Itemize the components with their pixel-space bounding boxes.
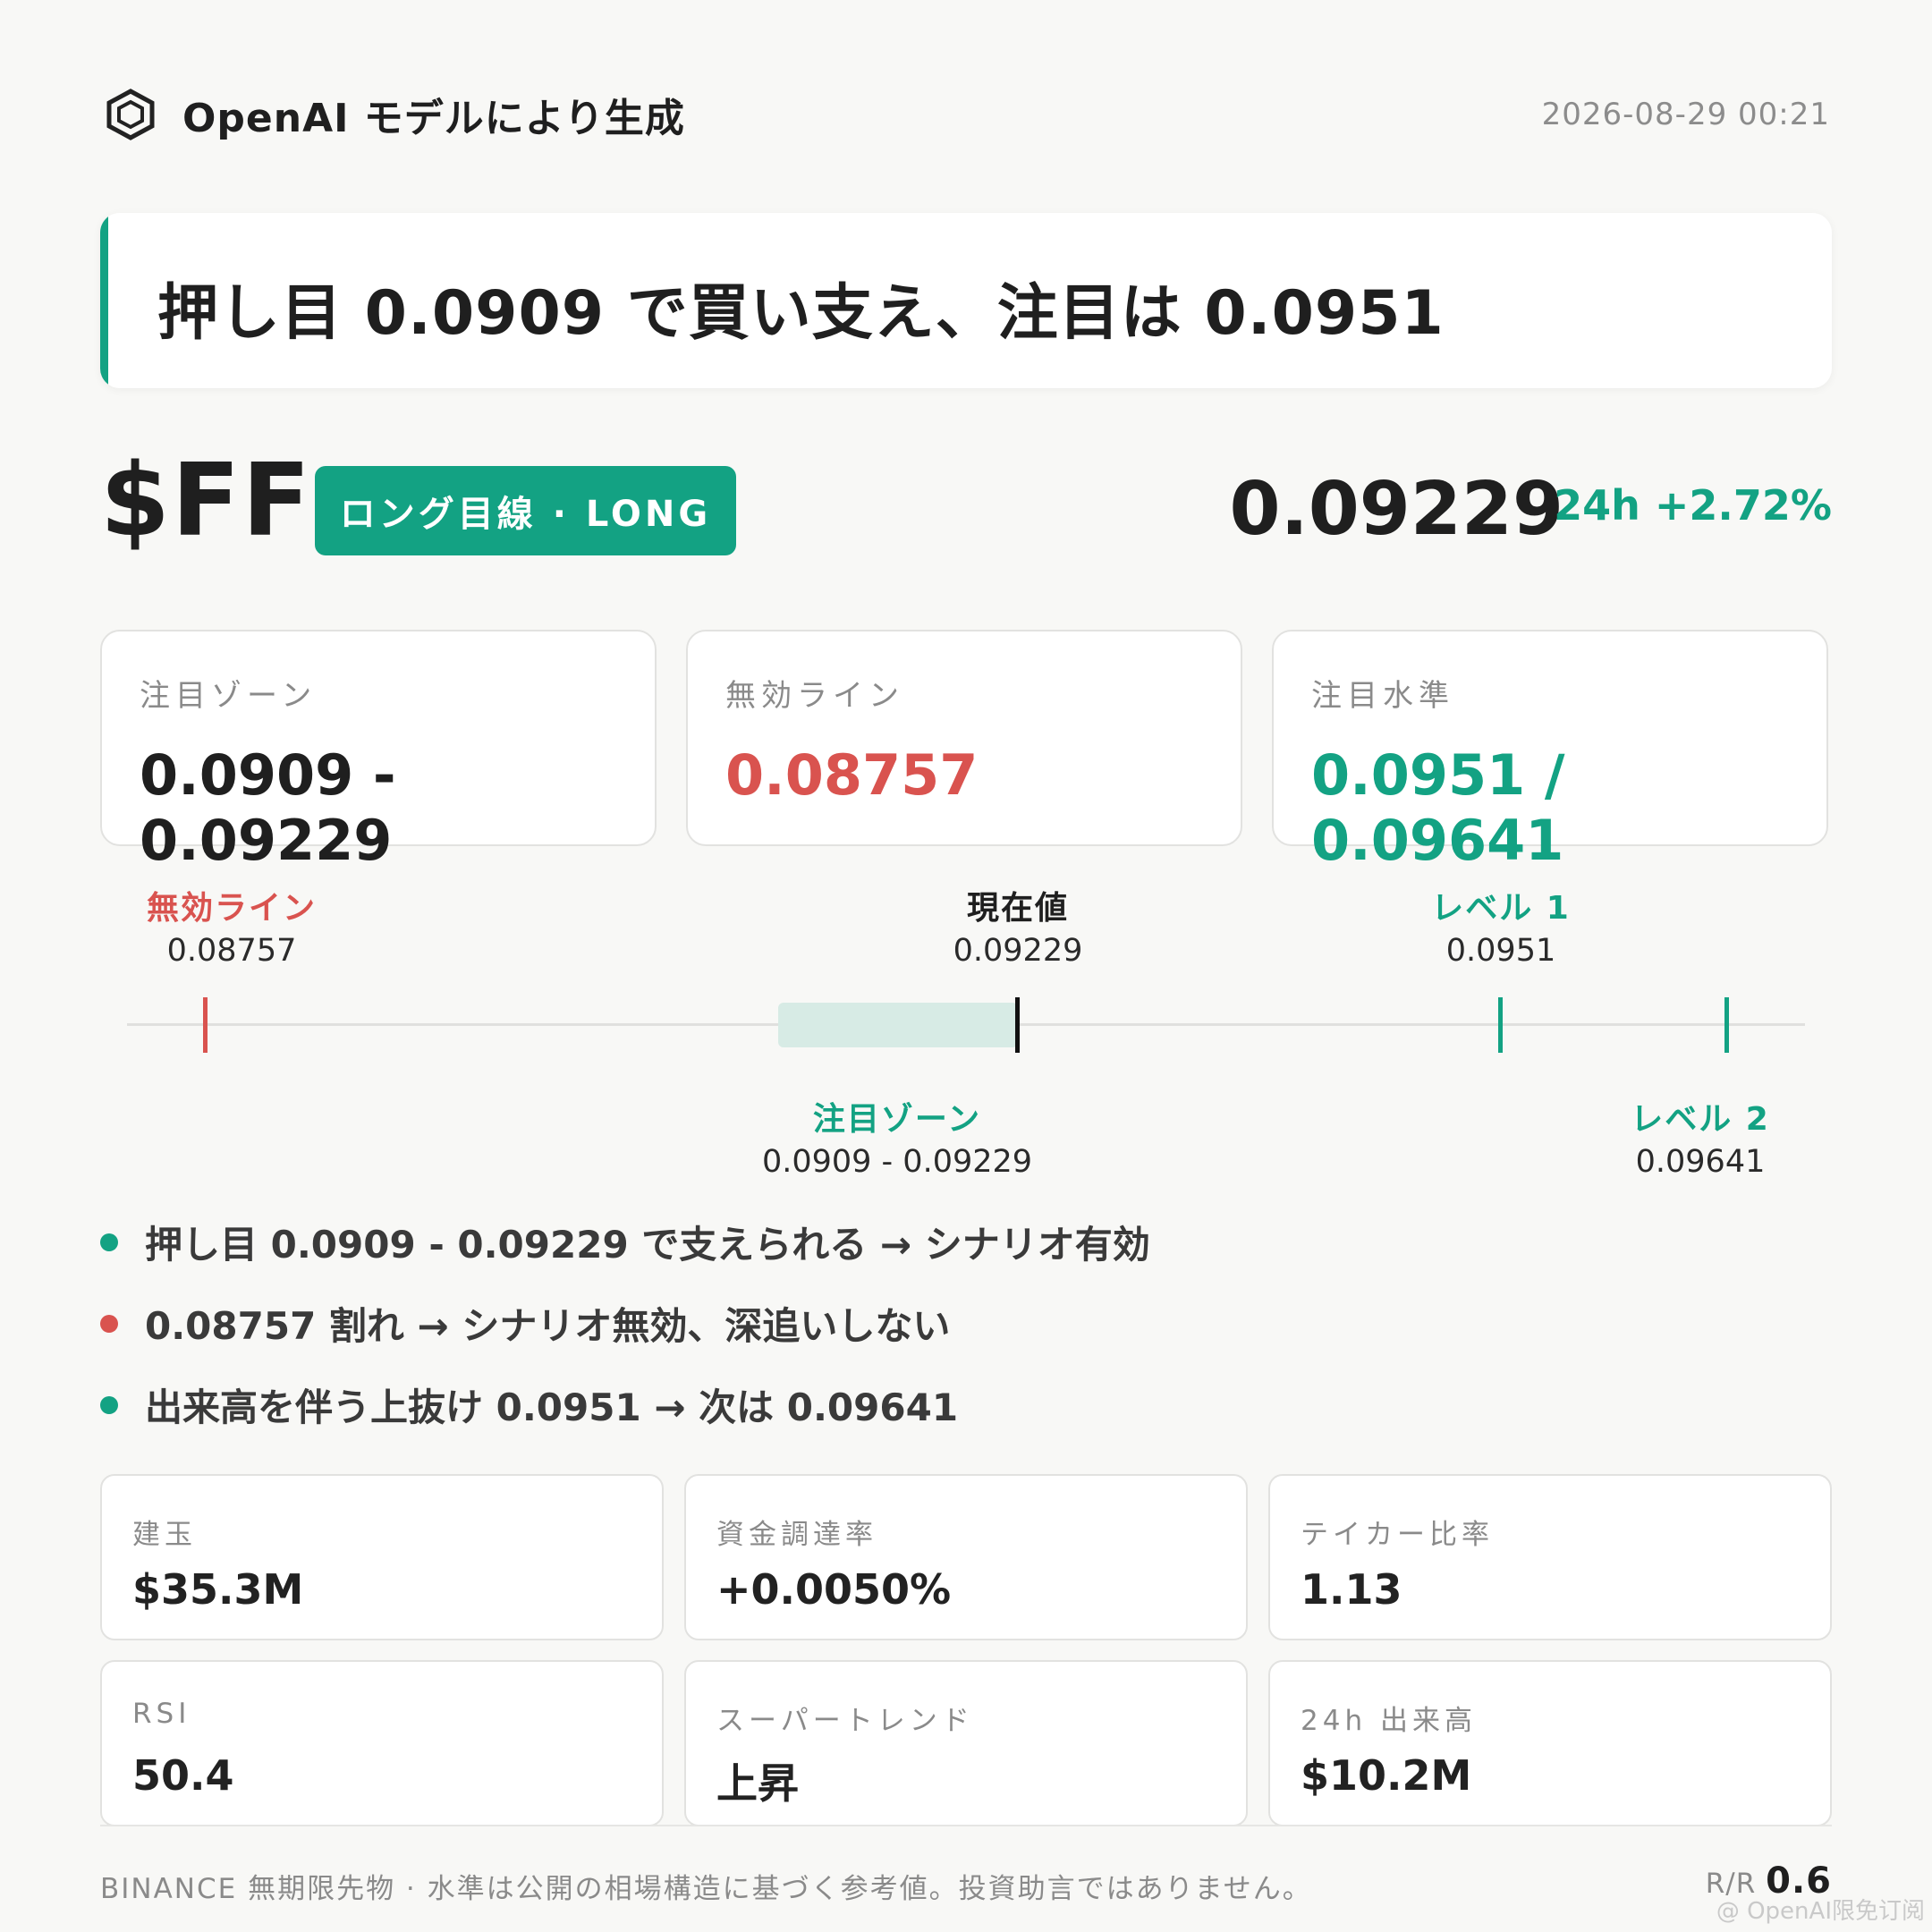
current-price-tick <box>1015 997 1020 1053</box>
invalid-line-label: 無効ライン <box>146 890 317 927</box>
scenario-bullet: 押し目 0.0909 - 0.09229 で支えられる → シナリオ有効 <box>100 1215 1150 1269</box>
current-price-marker-value: 0.09229 <box>953 933 1083 969</box>
metric-card-rsi: RSI 50.4 <box>100 1660 664 1826</box>
metric-card-open-interest: 建玉 $35.3M <box>100 1474 664 1640</box>
footer-disclaimer: BINANCE 無期限先物 · 水準は公開の相場構造に基づく参考値。投資助言では… <box>100 1873 1312 1905</box>
watermark: @ OpenAI限免订阅 <box>1716 1898 1925 1925</box>
level-card-invalid: 無効ライン 0.08757 <box>686 630 1242 846</box>
level-card-value: 0.0951 / 0.09641 <box>1311 742 1565 873</box>
bullet-dot-icon <box>100 1314 118 1333</box>
focus-zone-band <box>778 1003 1018 1047</box>
bullet-text: 0.08757 割れ → シナリオ無効、深追いしない <box>145 1304 951 1348</box>
headline-accent-bar <box>100 213 108 388</box>
header-title: OpenAI モデルにより生成 <box>182 96 685 141</box>
level-card-targets: 注目水準 0.0951 / 0.09641 <box>1272 630 1828 873</box>
timestamp: 2026-08-29 00:21 <box>1541 97 1830 132</box>
headline-text: 押し目 0.0909 で買い支え、注目は 0.0951 <box>157 278 1445 349</box>
metric-label: スーパートレンド <box>716 1705 974 1737</box>
metric-card-supertrend: スーパートレンド 上昇 <box>684 1660 1248 1826</box>
metric-card-funding-rate: 資金調達率 +0.0050% <box>684 1474 1248 1640</box>
level-card-value: 0.08757 <box>725 742 979 808</box>
metric-card-volume-24h: 24h 出来高 $10.2M <box>1268 1660 1832 1826</box>
metric-value: $10.2M <box>1301 1751 1472 1800</box>
level-card-value: 0.0909 - 0.09229 <box>140 742 396 873</box>
ticker-symbol: $FF <box>100 443 312 559</box>
metric-value: +0.0050% <box>716 1565 952 1614</box>
invalid-line-tick <box>203 997 208 1053</box>
scenario-bullet: 0.08757 割れ → シナリオ無効、深追いしない <box>100 1296 950 1351</box>
metric-label: 24h 出来高 <box>1301 1705 1477 1737</box>
invalid-line-value: 0.08757 <box>166 933 297 969</box>
openai-logo-icon <box>106 88 156 141</box>
level-card-label: 注目ゾーン <box>140 678 318 714</box>
level-card-label: 注目水準 <box>1311 678 1454 714</box>
level2-tick <box>1724 997 1729 1053</box>
metric-value: $35.3M <box>132 1565 304 1614</box>
metric-label: 建玉 <box>132 1519 197 1551</box>
level-card-zone: 注目ゾーン 0.0909 - 0.09229 <box>100 630 657 873</box>
bullet-dot-icon <box>100 1233 118 1251</box>
current-price: 0.09229 <box>1229 467 1563 552</box>
scenario-bullet: 出来高を伴う上抜け 0.0951 → 次は 0.09641 <box>100 1377 958 1432</box>
level-card-label: 無効ライン <box>725 678 904 714</box>
metric-label: RSI <box>132 1698 191 1730</box>
metric-value: 50.4 <box>132 1751 234 1800</box>
metric-value: 上昇 <box>716 1759 799 1808</box>
focus-zone-value: 0.0909 - 0.09229 <box>761 1144 1033 1180</box>
focus-zone-label: 注目ゾーン <box>812 1101 982 1138</box>
metric-label: 資金調達率 <box>716 1519 877 1551</box>
level1-value: 0.0951 <box>1445 933 1556 969</box>
metric-value: 1.13 <box>1301 1565 1402 1614</box>
bullet-dot-icon <box>100 1395 118 1414</box>
level2-label: レベル 2 <box>1631 1101 1770 1138</box>
current-price-label: 現在値 <box>966 890 1069 927</box>
level2-value: 0.09641 <box>1635 1144 1766 1180</box>
bullet-text: 押し目 0.0909 - 0.09229 で支えられる → シナリオ有効 <box>145 1223 1150 1267</box>
level1-tick <box>1498 997 1503 1053</box>
metric-card-taker-ratio: テイカー比率 1.13 <box>1268 1474 1832 1640</box>
metric-label: テイカー比率 <box>1301 1519 1494 1551</box>
bullet-text: 出来高を伴う上抜け 0.0951 → 次は 0.09641 <box>145 1385 959 1429</box>
direction-badge: ロング目線 · LONG <box>315 466 736 555</box>
price-change-24h: 24h +2.72% <box>1554 481 1832 530</box>
level1-label: レベル 1 <box>1431 890 1571 927</box>
headline-card: 押し目 0.0909 で買い支え、注目は 0.0951 <box>100 213 1832 388</box>
footer-divider <box>100 1825 1832 1826</box>
